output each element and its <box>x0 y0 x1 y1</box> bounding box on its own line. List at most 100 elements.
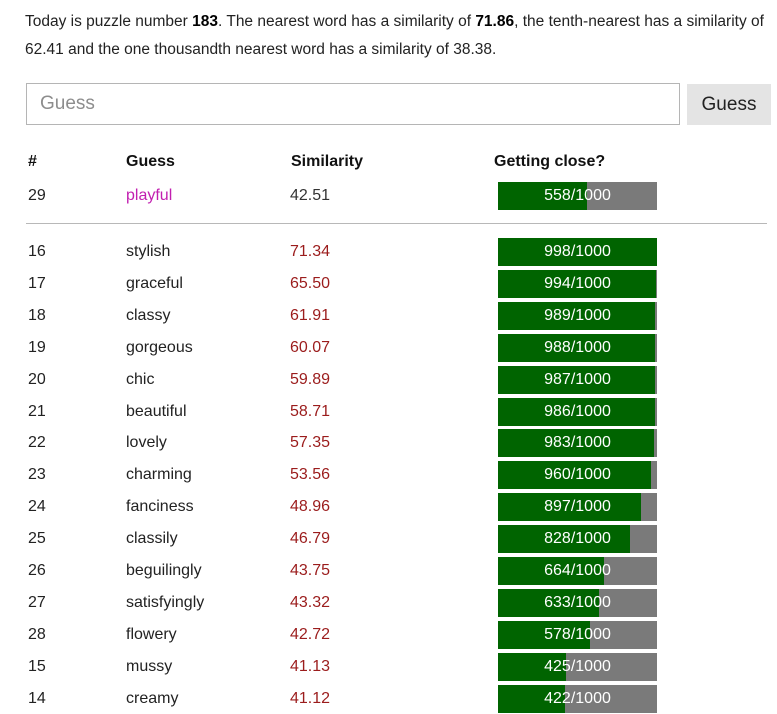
table-row: 20 chic 59.89 987/1000 <box>0 365 777 394</box>
guess-number: 29 <box>28 187 46 204</box>
closeness-label: 578/1000 <box>544 625 611 643</box>
guess-number: 17 <box>28 274 46 292</box>
guess-input[interactable] <box>26 83 680 125</box>
closeness-label: 986/1000 <box>544 402 611 420</box>
guess-word: satisfyingly <box>126 593 205 611</box>
guess-word: chic <box>126 370 155 388</box>
table-row: 15 mussy 41.13 425/1000 <box>0 652 777 681</box>
guess-word: classily <box>126 530 178 548</box>
guess-number: 16 <box>28 243 46 260</box>
guess-word: charming <box>126 466 192 484</box>
closeness-label: 987/1000 <box>544 370 611 388</box>
table-row: 25 classily 46.79 828/1000 <box>0 525 777 554</box>
guess-number: 21 <box>28 402 46 420</box>
table-row: 18 classy 61.91 989/1000 <box>0 301 777 330</box>
closeness-bar: 828/1000 <box>498 525 657 554</box>
guess-similarity: 41.12 <box>290 689 331 707</box>
table-row: 24 fanciness 48.96 897/1000 <box>0 493 777 522</box>
guess-number: 22 <box>28 434 46 452</box>
closeness-bar: 987/1000 <box>498 365 657 394</box>
guess-word: classy <box>126 306 171 324</box>
closeness-bar: 897/1000 <box>498 493 657 522</box>
intro-text: Today is puzzle number <box>25 13 193 30</box>
guess-similarity: 46.79 <box>290 530 331 548</box>
guess-similarity: 57.35 <box>290 434 331 452</box>
guess-number: 28 <box>28 625 46 643</box>
guess-number: 25 <box>28 530 46 548</box>
closeness-label: 422/1000 <box>544 689 611 707</box>
guess-word: beguilingly <box>126 562 202 579</box>
table-row: 28 flowery 42.72 578/1000 <box>0 620 777 649</box>
intro-text: . The nearest word has a similarity of <box>218 13 476 30</box>
closeness-label: 664/1000 <box>544 562 611 579</box>
divider <box>26 223 767 224</box>
table-row: 23 charming 53.56 960/1000 <box>0 461 777 490</box>
table-row: 27 satisfyingly 43.32 633/1000 <box>0 588 777 617</box>
guess-similarity: 53.56 <box>290 466 331 484</box>
guess-similarity: 43.32 <box>290 593 331 611</box>
closeness-label: 998/1000 <box>544 243 611 260</box>
closeness-label: 983/1000 <box>544 434 611 452</box>
header-similarity: Similarity <box>291 153 364 170</box>
guess-similarity: 42.72 <box>290 625 331 643</box>
guess-similarity: 71.34 <box>290 243 331 260</box>
guess-number: 18 <box>28 306 46 324</box>
guess-number: 23 <box>28 466 46 484</box>
header-number: # <box>28 153 37 170</box>
closeness-bar: 960/1000 <box>498 461 657 490</box>
guess-number: 19 <box>28 338 46 356</box>
closeness-bar: 988/1000 <box>498 333 657 362</box>
closeness-label: 633/1000 <box>544 593 611 611</box>
table-row: 26 beguilingly 43.75 664/1000 <box>0 557 777 585</box>
guess-word: playful <box>126 187 173 204</box>
guess-word: stylish <box>126 243 171 260</box>
closeness-label: 897/1000 <box>544 498 611 516</box>
guess-word: mussy <box>126 657 173 675</box>
guess-word: fanciness <box>126 498 194 516</box>
guess-number: 15 <box>28 657 46 675</box>
closeness-bar: 664/1000 <box>498 557 657 585</box>
guess-similarity: 42.51 <box>290 187 331 204</box>
guess-number: 27 <box>28 593 46 611</box>
puzzle-intro: Today is puzzle number 183. The nearest … <box>25 8 775 64</box>
guess-word: creamy <box>126 689 179 707</box>
guess-word: graceful <box>126 274 183 292</box>
guess-similarity: 59.89 <box>290 370 331 388</box>
closeness-label: 425/1000 <box>544 657 611 675</box>
closeness-bar: 633/1000 <box>498 588 657 617</box>
guess-word: beautiful <box>126 402 187 420</box>
closeness-bar: 998/1000 <box>498 238 657 266</box>
closeness-bar: 983/1000 <box>498 429 657 458</box>
guess-number: 24 <box>28 498 46 516</box>
closeness-label: 994/1000 <box>544 274 611 292</box>
puzzle-number: 183 <box>192 13 219 30</box>
closeness-label: 828/1000 <box>544 530 611 548</box>
guess-number: 26 <box>28 562 46 579</box>
closeness-label: 960/1000 <box>544 466 611 484</box>
table-row: 21 beautiful 58.71 986/1000 <box>0 397 777 426</box>
table-row: 19 gorgeous 60.07 988/1000 <box>0 333 777 362</box>
guess-similarity: 61.91 <box>290 306 331 324</box>
guess-similarity: 48.96 <box>290 498 331 516</box>
closeness-bar: 578/1000 <box>498 620 657 649</box>
closeness-bar: 558/1000 <box>498 182 657 210</box>
closeness-bar: 425/1000 <box>498 652 657 681</box>
guess-number: 14 <box>28 689 46 707</box>
guess-button[interactable]: Guess <box>687 84 771 125</box>
guess-word: gorgeous <box>126 338 193 356</box>
closeness-label: 988/1000 <box>544 338 611 356</box>
guess-similarity: 43.75 <box>290 562 331 579</box>
guess-number: 20 <box>28 370 46 388</box>
header-getting-close: Getting close? <box>494 153 606 170</box>
table-row: 17 graceful 65.50 994/1000 <box>0 269 777 298</box>
closeness-label: 558/1000 <box>544 187 611 204</box>
nearest-similarity: 71.86 <box>475 13 515 30</box>
guess-similarity: 41.13 <box>290 657 331 675</box>
closeness-bar: 422/1000 <box>498 684 657 713</box>
guess-similarity: 65.50 <box>290 274 331 292</box>
closeness-bar: 994/1000 <box>498 269 657 298</box>
table-row: 22 lovely 57.35 983/1000 <box>0 429 777 458</box>
guess-word: flowery <box>126 625 177 643</box>
closeness-bar: 989/1000 <box>498 301 657 330</box>
table-row: 16 stylish 71.34 998/1000 <box>0 238 777 266</box>
